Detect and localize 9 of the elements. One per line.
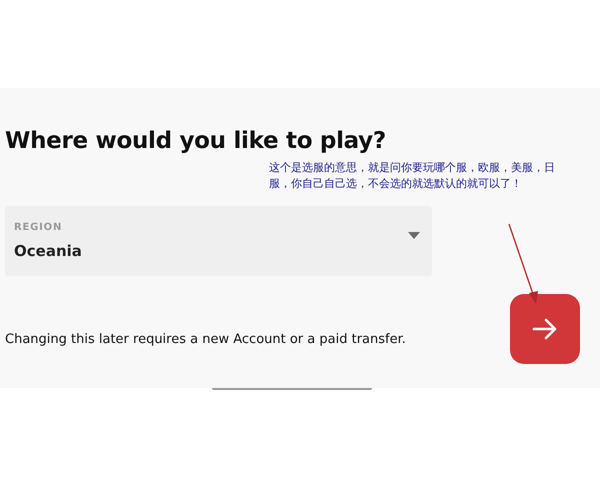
page-heading: Where would you like to play? xyxy=(5,128,387,154)
annotation-text: 这个是选服的意思，就是问你要玩哪个服，欧服，美服，日服，你自己自己选，不会选的就选默认的就可以了！ xyxy=(269,160,556,192)
note-text: Changing this later requires a new Account or a paid transfer. xyxy=(5,332,406,347)
arrow-right-icon xyxy=(532,318,558,340)
caret-icon xyxy=(408,232,420,238)
field-label: REGION xyxy=(14,222,64,233)
next-button[interactable] xyxy=(510,294,580,364)
region-dropdown[interactable]: REGION Oceania xyxy=(5,206,432,276)
field-value: Oceania xyxy=(14,242,82,260)
